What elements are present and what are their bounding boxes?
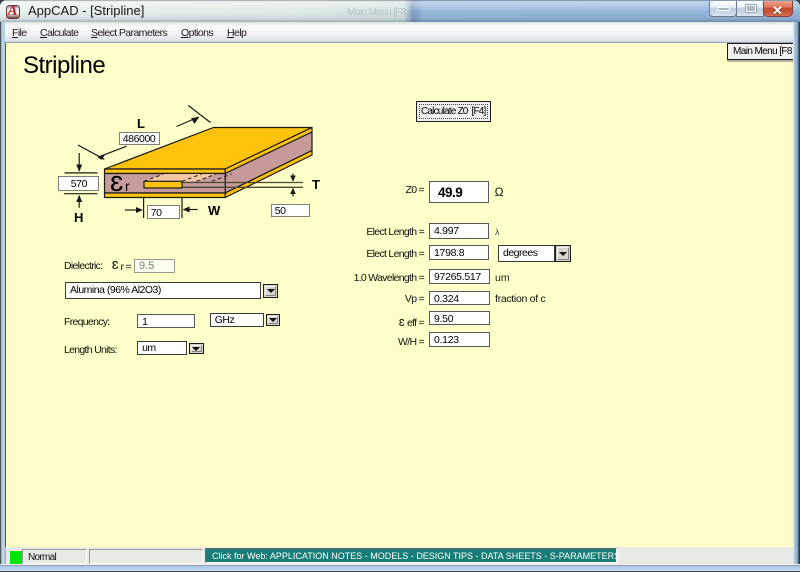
- svg-text:L: L: [137, 116, 145, 131]
- svg-text:ɛ: ɛ: [110, 166, 123, 198]
- svg-text:r: r: [125, 178, 130, 194]
- svg-text:H: H: [74, 210, 83, 225]
- svg-text:W: W: [208, 203, 221, 218]
- svg-text:T: T: [312, 177, 320, 192]
